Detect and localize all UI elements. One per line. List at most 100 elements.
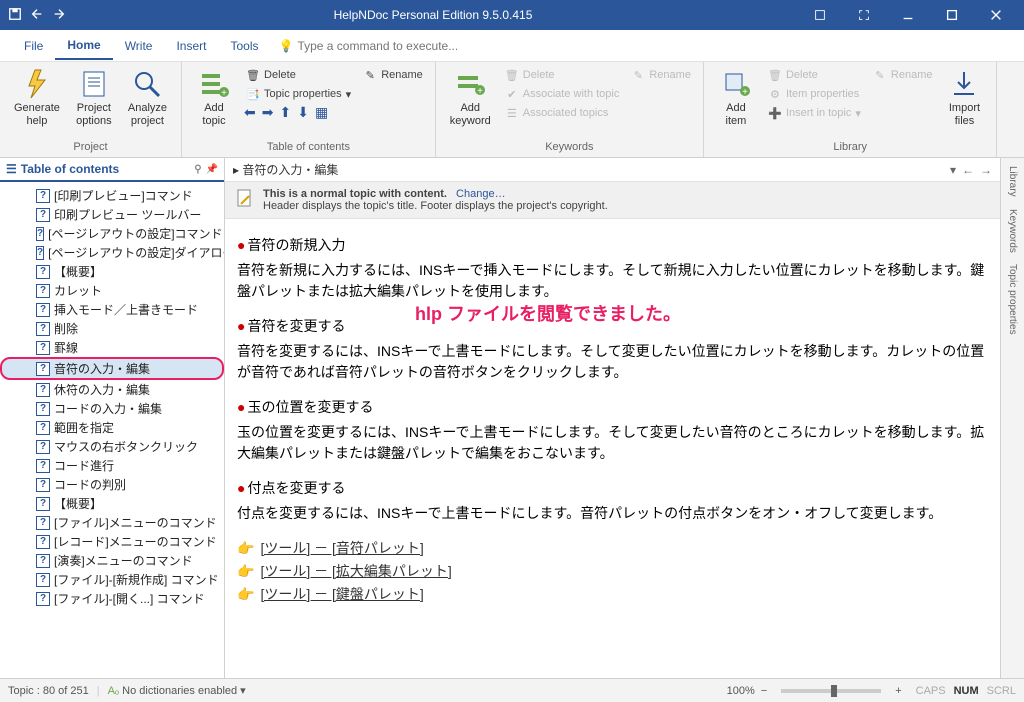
list-icon: ☰ [505, 106, 519, 120]
svg-text:+: + [477, 86, 483, 97]
help-topic-icon: ? [36, 516, 50, 530]
tree-item[interactable]: ?挿入モード／上書きモード [0, 300, 224, 319]
tab-home[interactable]: Home [55, 32, 112, 60]
tree-item[interactable]: ?コード進行 [0, 456, 224, 475]
rail-topic-props[interactable]: Topic properties [1007, 264, 1018, 335]
tab-insert[interactable]: Insert [164, 33, 218, 59]
lightning-icon [21, 68, 53, 100]
toc-delete-button[interactable]: 🗑Delete [242, 66, 355, 84]
move-up-button[interactable]: ⬆ [277, 104, 293, 121]
lib-rename-button[interactable]: ✎Rename [869, 66, 937, 84]
toc-rename-button[interactable]: ✎Rename [359, 66, 427, 84]
banner-change-link[interactable]: Change… [456, 188, 506, 200]
lib-insert-button[interactable]: ➕Insert in topic ▾ [764, 104, 865, 122]
zoom-in-button[interactable]: + [895, 685, 901, 697]
maximize-button[interactable] [932, 0, 972, 30]
rail-library[interactable]: Library [1007, 166, 1018, 197]
tab-write[interactable]: Write [113, 33, 165, 59]
zoom-out-button[interactable]: − [761, 685, 767, 697]
tree-item[interactable]: ?【概要】 [0, 262, 224, 281]
tell-me-input[interactable] [297, 39, 457, 53]
tree-item[interactable]: ?罫線 [0, 338, 224, 357]
magnifier-icon [131, 68, 163, 100]
tell-me-search[interactable]: 💡 [279, 39, 458, 53]
help-topic-icon: ? [36, 554, 50, 568]
tree-item[interactable]: ?範囲を指定 [0, 418, 224, 437]
save-icon[interactable] [8, 7, 22, 24]
analyze-project-button[interactable]: Analyze project [122, 66, 173, 130]
spellcheck-icon: Aₒ [108, 685, 120, 697]
redo-icon[interactable] [52, 7, 66, 24]
doc-link-1[interactable]: [ツール] － [音符パレット] [260, 538, 423, 559]
nav-back-button[interactable]: ← [962, 163, 974, 177]
props-icon: ⚙ [768, 87, 782, 101]
help-topic-icon: ? [36, 402, 50, 416]
nav-forward-button[interactable]: → [980, 163, 992, 177]
help-topic-icon: ? [36, 322, 50, 336]
tree-item[interactable]: ?コードの判別 [0, 475, 224, 494]
library-icon: + [720, 68, 752, 100]
help-topic-icon: ? [36, 459, 50, 473]
lib-props-button[interactable]: ⚙Item properties [764, 85, 865, 103]
tree-item[interactable]: ?マウスの右ボタンクリック [0, 437, 224, 456]
add-item-button[interactable]: + Add item [712, 66, 760, 130]
chevron-down-icon: ▾ [346, 88, 352, 101]
ribbon-display-icon[interactable] [800, 0, 840, 30]
help-topic-icon: ? [36, 265, 50, 279]
generate-help-button[interactable]: Generate help [8, 66, 66, 130]
undo-icon[interactable] [30, 7, 44, 24]
tree-item[interactable]: ?[ファイル]-[新規作成] コマンド [0, 570, 224, 589]
tree-item[interactable]: ?[印刷プレビュー]コマンド [0, 186, 224, 205]
kw-associated-button[interactable]: ☰Associated topics [501, 104, 624, 122]
project-options-button[interactable]: Project options [70, 66, 118, 130]
move-right-button[interactable]: ➡ [260, 104, 276, 121]
toc-tree[interactable]: ?[印刷プレビュー]コマンド?印刷プレビュー ツールバー?[ページレアウトの設定… [0, 182, 224, 678]
toc-extra-button[interactable]: ▦ [313, 104, 330, 121]
tree-item[interactable]: ?[ファイル]-[開く...] コマンド [0, 589, 224, 608]
kw-delete-button[interactable]: 🗑Delete [501, 66, 624, 84]
tab-tools[interactable]: Tools [218, 33, 270, 59]
hand-icon: 👉 [237, 584, 254, 605]
rename-icon: ✎ [363, 68, 377, 82]
pin-icon[interactable]: ⚲ [194, 164, 201, 175]
status-scrl: SCRL [987, 685, 1016, 697]
tree-item[interactable]: ?[演奏]メニューのコマンド [0, 551, 224, 570]
tree-item[interactable]: ?削除 [0, 319, 224, 338]
fullscreen-icon[interactable] [844, 0, 884, 30]
tree-item[interactable]: ?[ファイル]メニューのコマンド [0, 513, 224, 532]
tree-item[interactable]: ?印刷プレビュー ツールバー [0, 205, 224, 224]
tree-item[interactable]: ?カレット [0, 281, 224, 300]
add-topic-button[interactable]: + Add topic [190, 66, 238, 130]
tree-item[interactable]: ?コードの入力・編集 [0, 399, 224, 418]
help-topic-icon: ? [36, 421, 50, 435]
status-num: NUM [954, 685, 979, 697]
pin2-icon[interactable]: 📌 [206, 164, 218, 175]
kw-associate-button[interactable]: ✔Associate with topic [501, 85, 624, 103]
dropdown-icon[interactable]: ▾ [950, 163, 956, 177]
tree-item[interactable]: ?[ページレアウトの設定]ダイアログ [0, 243, 224, 262]
minimize-button[interactable] [888, 0, 928, 30]
tree-item[interactable]: ?[レコード]メニューのコマンド [0, 532, 224, 551]
kw-rename-button[interactable]: ✎Rename [627, 66, 695, 84]
help-topic-icon: ? [36, 227, 44, 241]
zoom-slider[interactable] [781, 689, 881, 693]
import-files-button[interactable]: Import files [940, 66, 988, 130]
close-button[interactable] [976, 0, 1016, 30]
tab-file[interactable]: File [12, 33, 55, 59]
lib-delete-button[interactable]: 🗑Delete [764, 66, 865, 84]
document-body[interactable]: ●音符の新規入力 音符を新規に入力するには、INSキーで挿入モードにします。そし… [225, 219, 1000, 678]
delete-icon: 🗑 [505, 68, 519, 82]
tree-item[interactable]: ?音符の入力・編集 [0, 357, 224, 380]
topic-properties-button[interactable]: 📑Topic properties ▾ [242, 85, 355, 103]
doc-link-3[interactable]: [ツール] － [鍵盤パレット] [260, 584, 423, 605]
breadcrumb-path: 音符の入力・編集 [242, 161, 338, 178]
move-down-button[interactable]: ⬇ [295, 104, 311, 121]
tree-item[interactable]: ?休符の入力・編集 [0, 380, 224, 399]
move-left-button[interactable]: ⬅ [242, 104, 258, 121]
status-dict[interactable]: No dictionaries enabled [122, 685, 237, 697]
add-keyword-button[interactable]: + Add keyword [444, 66, 497, 130]
rail-keywords[interactable]: Keywords [1007, 209, 1018, 253]
doc-link-2[interactable]: [ツール] － [拡大編集パレット] [260, 561, 451, 582]
tree-item[interactable]: ?[ページレアウトの設定]コマンド [0, 224, 224, 243]
tree-item[interactable]: ?【概要】 [0, 494, 224, 513]
